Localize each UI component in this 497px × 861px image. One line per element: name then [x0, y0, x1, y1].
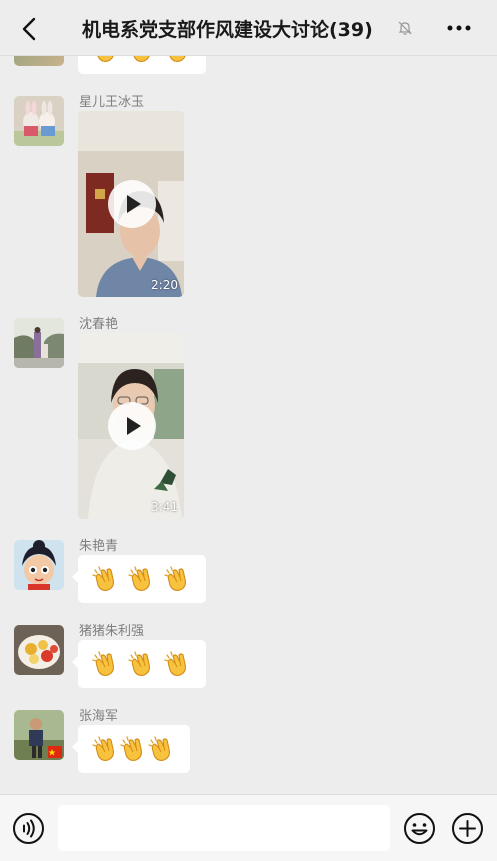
message-bubble[interactable]	[72, 640, 206, 688]
message-bubble[interactable]	[72, 555, 206, 603]
clap-emoji	[91, 735, 119, 763]
bell-off-icon	[398, 21, 412, 35]
clap-emoji	[127, 56, 155, 64]
avatar-image	[14, 540, 64, 590]
emoji-icon[interactable]	[403, 812, 436, 845]
more-options-button[interactable]	[444, 14, 474, 42]
sender-name: 张海军	[79, 709, 119, 724]
clap-emoji	[127, 650, 155, 678]
message-input[interactable]	[58, 805, 390, 851]
message-bubble[interactable]	[72, 725, 190, 773]
clap-emoji	[163, 650, 191, 678]
avatar[interactable]	[14, 625, 64, 675]
video-message[interactable]: 3:41	[78, 333, 184, 519]
avatar-image	[14, 318, 64, 368]
video-duration: 2:20	[151, 278, 178, 292]
input-toolbar	[0, 794, 497, 861]
sender-name: 沈春艳	[79, 317, 119, 332]
clap-emoji	[127, 565, 155, 593]
clap-emoji	[119, 735, 147, 763]
video-message[interactable]: 2:20	[78, 111, 184, 297]
plus-icon[interactable]	[451, 812, 484, 845]
clap-emoji	[91, 56, 119, 64]
avatar-image	[14, 710, 64, 760]
avatar[interactable]	[14, 710, 64, 760]
chat-header: 机电系党支部作风建设大讨论(39)	[0, 0, 497, 56]
chat-title: 机电系党支部作风建设大讨论(39)	[82, 19, 373, 41]
clap-emoji	[163, 565, 191, 593]
message-bubble[interactable]	[78, 56, 206, 74]
clap-emoji	[147, 735, 175, 763]
voice-icon[interactable]	[12, 812, 45, 845]
play-button[interactable]	[108, 402, 156, 450]
back-button[interactable]	[18, 16, 44, 42]
avatar[interactable]	[14, 96, 64, 146]
video-duration: 3:41	[151, 500, 178, 514]
clap-emoji	[91, 565, 119, 593]
message-list[interactable]: 星儿王冰玉 2:20 沈春艳 3:41 朱艳青 猪猪朱利强 张海军	[0, 56, 497, 794]
avatar[interactable]	[14, 540, 64, 590]
avatar[interactable]	[14, 318, 64, 368]
sender-name: 猪猪朱利强	[79, 624, 145, 639]
avatar[interactable]	[14, 56, 64, 66]
play-button[interactable]	[108, 180, 156, 228]
avatar-image	[14, 96, 64, 146]
clap-emoji	[163, 56, 191, 64]
sender-name: 朱艳青	[79, 539, 119, 554]
sender-name: 星儿王冰玉	[79, 95, 145, 110]
clap-emoji	[91, 650, 119, 678]
avatar-image	[14, 625, 64, 675]
